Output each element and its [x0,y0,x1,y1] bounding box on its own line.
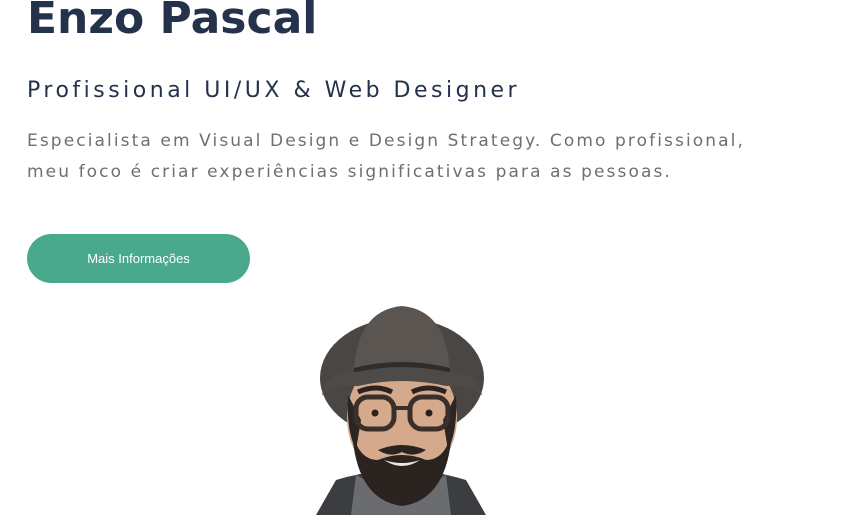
portrait-image [296,300,506,515]
person-photo-icon [316,306,486,515]
more-info-button[interactable]: Mais Informações [27,234,250,283]
designer-role: Profissional UI/UX & Web Designer [27,78,521,103]
designer-name: Enzo Pascal [27,0,318,44]
designer-bio: Especialista em Visual Design e Design S… [27,131,745,182]
hero-section: Enzo Pascal Profissional UI/UX & Web Des… [0,0,857,515]
